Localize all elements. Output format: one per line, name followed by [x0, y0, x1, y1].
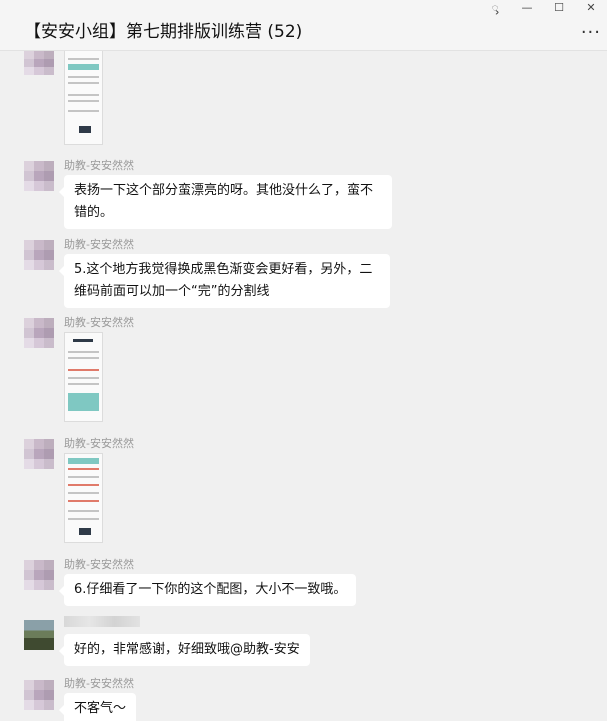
minimize-icon[interactable]: —: [511, 0, 543, 16]
sender-name: 助教-安安然然: [64, 677, 134, 690]
avatar[interactable]: [24, 240, 54, 270]
message-bubble[interactable]: 不客气～: [58, 693, 137, 721]
message-bubble[interactable]: 5.这个地方我觉得换成黑色渐变会更好看，另外，二维码前面可以加一个“完”的分割线: [59, 254, 390, 308]
avatar[interactable]: [24, 318, 54, 348]
sender-name: 助教-安安然然: [64, 437, 134, 450]
avatar[interactable]: [24, 620, 54, 650]
message-bubble[interactable]: 表扬一下这个部分蛮漂亮的呀。其他没什么了，蛮不错的。: [59, 175, 392, 229]
sender-name: 助教-安安然然: [64, 159, 134, 172]
sender-name: 助教-安安然然: [64, 558, 134, 571]
image-message[interactable]: [64, 332, 103, 422]
message-bubble[interactable]: 6.仔细看了一下你的这个配图，大小不一致哦。: [58, 574, 357, 606]
chat-title: 【安安小组】第七期排版训练营 (52): [24, 22, 303, 42]
avatar[interactable]: [24, 560, 54, 590]
chat-history[interactable]: 助教-安安然然 表扬一下这个部分蛮漂亮的呀。其他没什么了，蛮不错的。 助教-安安…: [0, 51, 607, 721]
pin-icon[interactable]: ᯮ: [479, 0, 511, 16]
title-bar: 【安安小组】第七期排版训练营 (52) ᯮ — ☐ ✕ ···: [0, 0, 607, 51]
sender-name: 助教-安安然然: [64, 316, 134, 329]
image-message[interactable]: [64, 453, 103, 543]
message-bubble[interactable]: 好的，非常感谢，好细致哦@助教-安安: [59, 634, 310, 666]
sender-name: [64, 616, 140, 627]
window-controls: ᯮ — ☐ ✕: [479, 0, 607, 16]
image-message[interactable]: [64, 51, 103, 145]
close-icon[interactable]: ✕: [575, 0, 607, 16]
avatar[interactable]: [24, 439, 54, 469]
maximize-icon[interactable]: ☐: [543, 0, 575, 16]
avatar[interactable]: [24, 161, 54, 191]
more-options-button[interactable]: ···: [581, 22, 601, 43]
sender-name: 助教-安安然然: [64, 238, 134, 251]
avatar[interactable]: [24, 51, 54, 75]
avatar[interactable]: [24, 680, 54, 710]
